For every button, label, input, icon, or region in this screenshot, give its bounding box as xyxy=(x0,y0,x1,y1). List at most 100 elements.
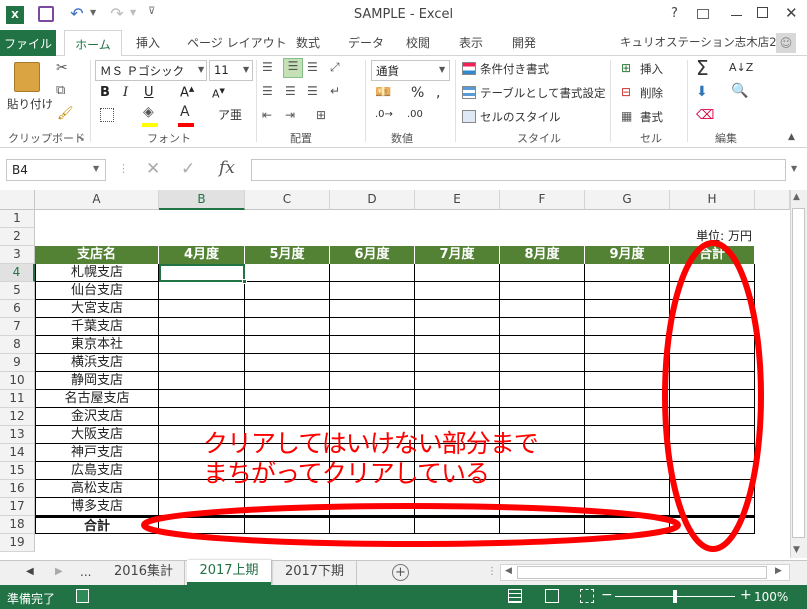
insert-function-icon[interactable]: fx xyxy=(219,158,235,178)
tab-insert[interactable]: 挿入 xyxy=(136,34,160,51)
find-select-icon[interactable]: 🔍 xyxy=(731,83,748,99)
more-sheets-button[interactable]: ... xyxy=(80,565,91,579)
decrease-decimal-icon[interactable]: .00 xyxy=(407,109,423,120)
collapse-ribbon-icon[interactable]: ▲ xyxy=(788,132,795,142)
cut-icon[interactable]: ✂ xyxy=(56,60,68,76)
sheet-tab-2017-first-half[interactable]: 2017上期 xyxy=(187,560,271,585)
format-button[interactable]: 書式 xyxy=(640,109,663,125)
increase-font-icon[interactable]: A▲ xyxy=(180,85,194,100)
format-cells-icon[interactable]: ▦ xyxy=(621,109,632,123)
merge-center-icon[interactable]: ⊞ xyxy=(316,108,326,122)
scroll-up-icon[interactable]: ▲ xyxy=(793,192,800,202)
tab-formulas[interactable]: 数式 xyxy=(296,34,320,51)
paste-icon[interactable] xyxy=(14,62,40,92)
align-right-icon[interactable]: ☰ xyxy=(307,84,318,98)
minimize-button[interactable] xyxy=(731,15,742,16)
zoom-out-button[interactable]: − xyxy=(601,587,613,603)
worksheet-grid[interactable]: ABCDEFGH 1 2 3 4 5 6 7 8 9 10 11 12 13 14 15 16 17 18 19 単… xyxy=(0,190,807,558)
scroll-down-icon[interactable]: ▼ xyxy=(793,545,800,555)
font-size-dropdown-icon[interactable]: ▼ xyxy=(243,65,249,74)
autosum-icon[interactable]: Σ xyxy=(696,56,709,80)
restore-button[interactable] xyxy=(757,7,768,18)
conditional-format-button[interactable]: 条件付き書式 xyxy=(480,61,549,77)
undo-dropdown-icon[interactable]: ▼ xyxy=(90,8,96,17)
number-format-dropdown-icon[interactable]: ▼ xyxy=(439,65,445,74)
vertical-scroll-thumb[interactable] xyxy=(792,208,805,538)
fill-icon[interactable]: ⬇ xyxy=(696,84,708,100)
normal-view-icon[interactable] xyxy=(508,589,522,603)
tab-home[interactable]: ホーム xyxy=(64,30,122,57)
new-sheet-icon[interactable]: + xyxy=(392,564,409,581)
formula-input[interactable] xyxy=(251,159,786,181)
name-box[interactable]: B4 xyxy=(6,159,106,181)
fill-color-icon[interactable]: ◈ xyxy=(143,104,154,120)
sheet-tab-2017-second-half[interactable]: 2017下期 xyxy=(273,561,357,585)
border-icon[interactable] xyxy=(100,108,114,122)
horizontal-scroll-thumb[interactable] xyxy=(517,566,767,579)
align-middle-icon[interactable]: ☰ xyxy=(283,58,303,78)
delete-button[interactable]: 削除 xyxy=(640,85,663,101)
align-bottom-icon[interactable]: ☰ xyxy=(307,60,318,74)
bold-button[interactable]: B xyxy=(100,85,110,100)
align-left-icon[interactable]: ☰ xyxy=(262,84,273,98)
redo-icon[interactable]: ↷ xyxy=(108,3,126,23)
page-break-view-icon[interactable] xyxy=(580,589,594,603)
prev-sheet-icon[interactable]: ◀ xyxy=(26,566,34,577)
user-avatar[interactable]: ☺ xyxy=(776,33,796,53)
expand-formula-bar-icon[interactable]: ▼ xyxy=(791,164,797,173)
increase-indent-icon[interactable]: ⇥ xyxy=(285,108,295,122)
user-name[interactable]: キュリオステーション志木店2 xyxy=(620,34,777,50)
clipboard-launcher-icon[interactable]: ⬊ xyxy=(78,134,85,143)
sort-filter-icon[interactable]: A↓Z xyxy=(729,61,753,74)
tab-view[interactable]: 表示 xyxy=(459,34,483,51)
decrease-font-icon[interactable]: A▼ xyxy=(212,87,225,101)
format-as-table-button[interactable]: テーブルとして書式設定 xyxy=(480,85,605,101)
zoom-slider-thumb[interactable] xyxy=(673,590,677,603)
underline-button[interactable]: U xyxy=(144,85,154,100)
comma-icon[interactable]: , xyxy=(436,85,440,101)
undo-icon[interactable]: ↶ xyxy=(68,3,86,23)
font-color-icon[interactable]: A xyxy=(180,104,190,120)
decrease-indent-icon[interactable]: ⇤ xyxy=(262,108,272,122)
zoom-level[interactable]: 100% xyxy=(754,590,788,604)
conditional-format-icon[interactable] xyxy=(462,62,476,75)
scroll-right-icon[interactable]: ▶ xyxy=(775,566,782,576)
tab-data[interactable]: データ xyxy=(348,34,384,51)
ribbon-display-icon[interactable] xyxy=(697,9,709,19)
paste-button[interactable]: 貼り付け xyxy=(7,96,53,112)
orientation-icon[interactable]: ⤢ xyxy=(330,60,340,75)
phonetic-icon[interactable]: ア亜 xyxy=(218,106,242,123)
zoom-in-button[interactable]: + xyxy=(740,587,752,603)
tab-page-layout[interactable]: ページ レイアウト xyxy=(187,34,287,51)
format-painter-icon[interactable]: 🖌 xyxy=(57,106,74,121)
sheet-tab-2016[interactable]: 2016集計 xyxy=(103,561,185,585)
wrap-text-icon[interactable]: ↵ xyxy=(330,84,340,98)
scroll-left-icon[interactable]: ◀ xyxy=(505,566,512,576)
insert-cells-icon[interactable]: ⊞ xyxy=(621,61,631,75)
customize-qat-icon[interactable]: ⊽ xyxy=(148,6,155,17)
cell-styles-button[interactable]: セルのスタイル xyxy=(480,109,561,125)
percent-icon[interactable]: % xyxy=(411,85,424,101)
confirm-entry-icon[interactable]: ✓ xyxy=(181,159,195,179)
insert-button[interactable]: 挿入 xyxy=(640,61,663,77)
save-icon[interactable] xyxy=(38,6,54,22)
increase-decimal-icon[interactable]: .0→ xyxy=(375,109,393,120)
table-format-icon[interactable] xyxy=(462,86,476,99)
clear-icon[interactable]: ⌫ xyxy=(696,108,714,123)
close-button[interactable]: ✕ xyxy=(785,4,798,22)
tab-review[interactable]: 校閲 xyxy=(406,34,430,51)
accounting-format-icon[interactable]: 💴 xyxy=(375,85,391,100)
tab-developer[interactable]: 開発 xyxy=(512,34,536,51)
sheet-tab-splitter[interactable]: ⋮ xyxy=(487,566,497,577)
next-sheet-icon[interactable]: ▶ xyxy=(55,566,63,577)
cancel-entry-icon[interactable]: ✕ xyxy=(146,159,160,179)
align-center-icon[interactable]: ☰ xyxy=(285,84,296,98)
delete-cells-icon[interactable]: ⊟ xyxy=(621,85,631,99)
align-top-icon[interactable]: ☰ xyxy=(262,60,273,74)
copy-icon[interactable]: ⧉ xyxy=(56,83,65,98)
macro-record-icon[interactable] xyxy=(76,589,89,603)
font-name-box[interactable]: ＭＳ Ｐゴシック xyxy=(95,60,207,81)
italic-button[interactable]: I xyxy=(123,85,128,100)
font-name-dropdown-icon[interactable]: ▼ xyxy=(198,65,204,74)
name-box-dropdown-icon[interactable]: ▼ xyxy=(93,164,99,173)
